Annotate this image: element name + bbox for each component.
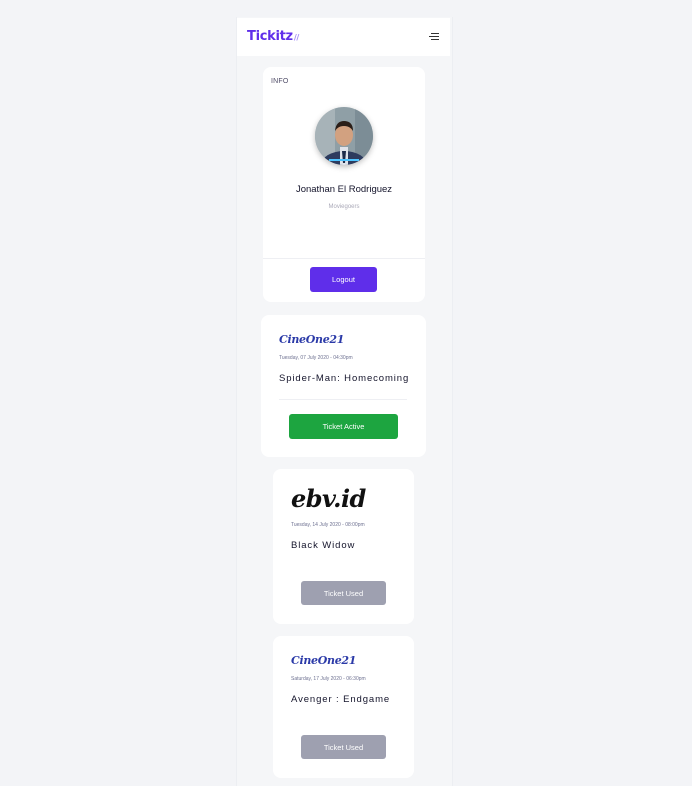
logout-button[interactable]: Logout <box>310 267 377 292</box>
user-avatar <box>315 107 373 165</box>
ticket-card[interactable]: ebv.id Tuesday, 14 July 2020 - 08:00pm B… <box>273 469 414 624</box>
hamburger-menu-icon[interactable] <box>428 31 440 43</box>
ticket-date: Tuesday, 14 July 2020 - 08:00pm <box>291 522 365 528</box>
ticket-card[interactable]: CineOne21 Saturday, 17 July 2020 - 06:30… <box>273 636 414 778</box>
ticket-status-button[interactable]: Ticket Used <box>301 735 386 759</box>
ticket-movie-title: Black Widow <box>291 540 356 551</box>
profile-info-card: INFO Jonathan El Rodriguez Moviegoers Lo… <box>263 67 425 302</box>
brand-mark: // <box>293 33 300 42</box>
brand-name: Tickitz <box>247 29 293 44</box>
profile-role: Moviegoers <box>328 204 360 210</box>
ticket-movie-title: Spider-Man: Homecoming <box>279 373 410 384</box>
profile-name: Jonathan El Rodriguez <box>295 184 393 195</box>
cinema-logo: ebv.id <box>291 484 366 513</box>
divider <box>279 399 407 400</box>
brand-logo[interactable]: Tickitz// <box>247 29 299 44</box>
ticket-status-button[interactable]: Ticket Used <box>301 581 386 605</box>
ticket-status-button[interactable]: Ticket Active <box>289 414 398 439</box>
info-section-title: INFO <box>271 78 289 85</box>
ticket-card[interactable]: CineOne21 Tuesday, 07 July 2020 - 04:30p… <box>261 315 426 457</box>
divider <box>263 258 425 259</box>
cinema-logo: CineOne21 <box>279 333 345 346</box>
navbar: Tickitz// <box>237 18 450 56</box>
ticket-movie-title: Avenger : Endgame <box>291 694 391 705</box>
ticket-date: Saturday, 17 July 2020 - 06:30pm <box>291 676 366 682</box>
ticket-date: Tuesday, 07 July 2020 - 04:30pm <box>279 355 353 361</box>
cinema-logo: CineOne21 <box>291 654 357 667</box>
